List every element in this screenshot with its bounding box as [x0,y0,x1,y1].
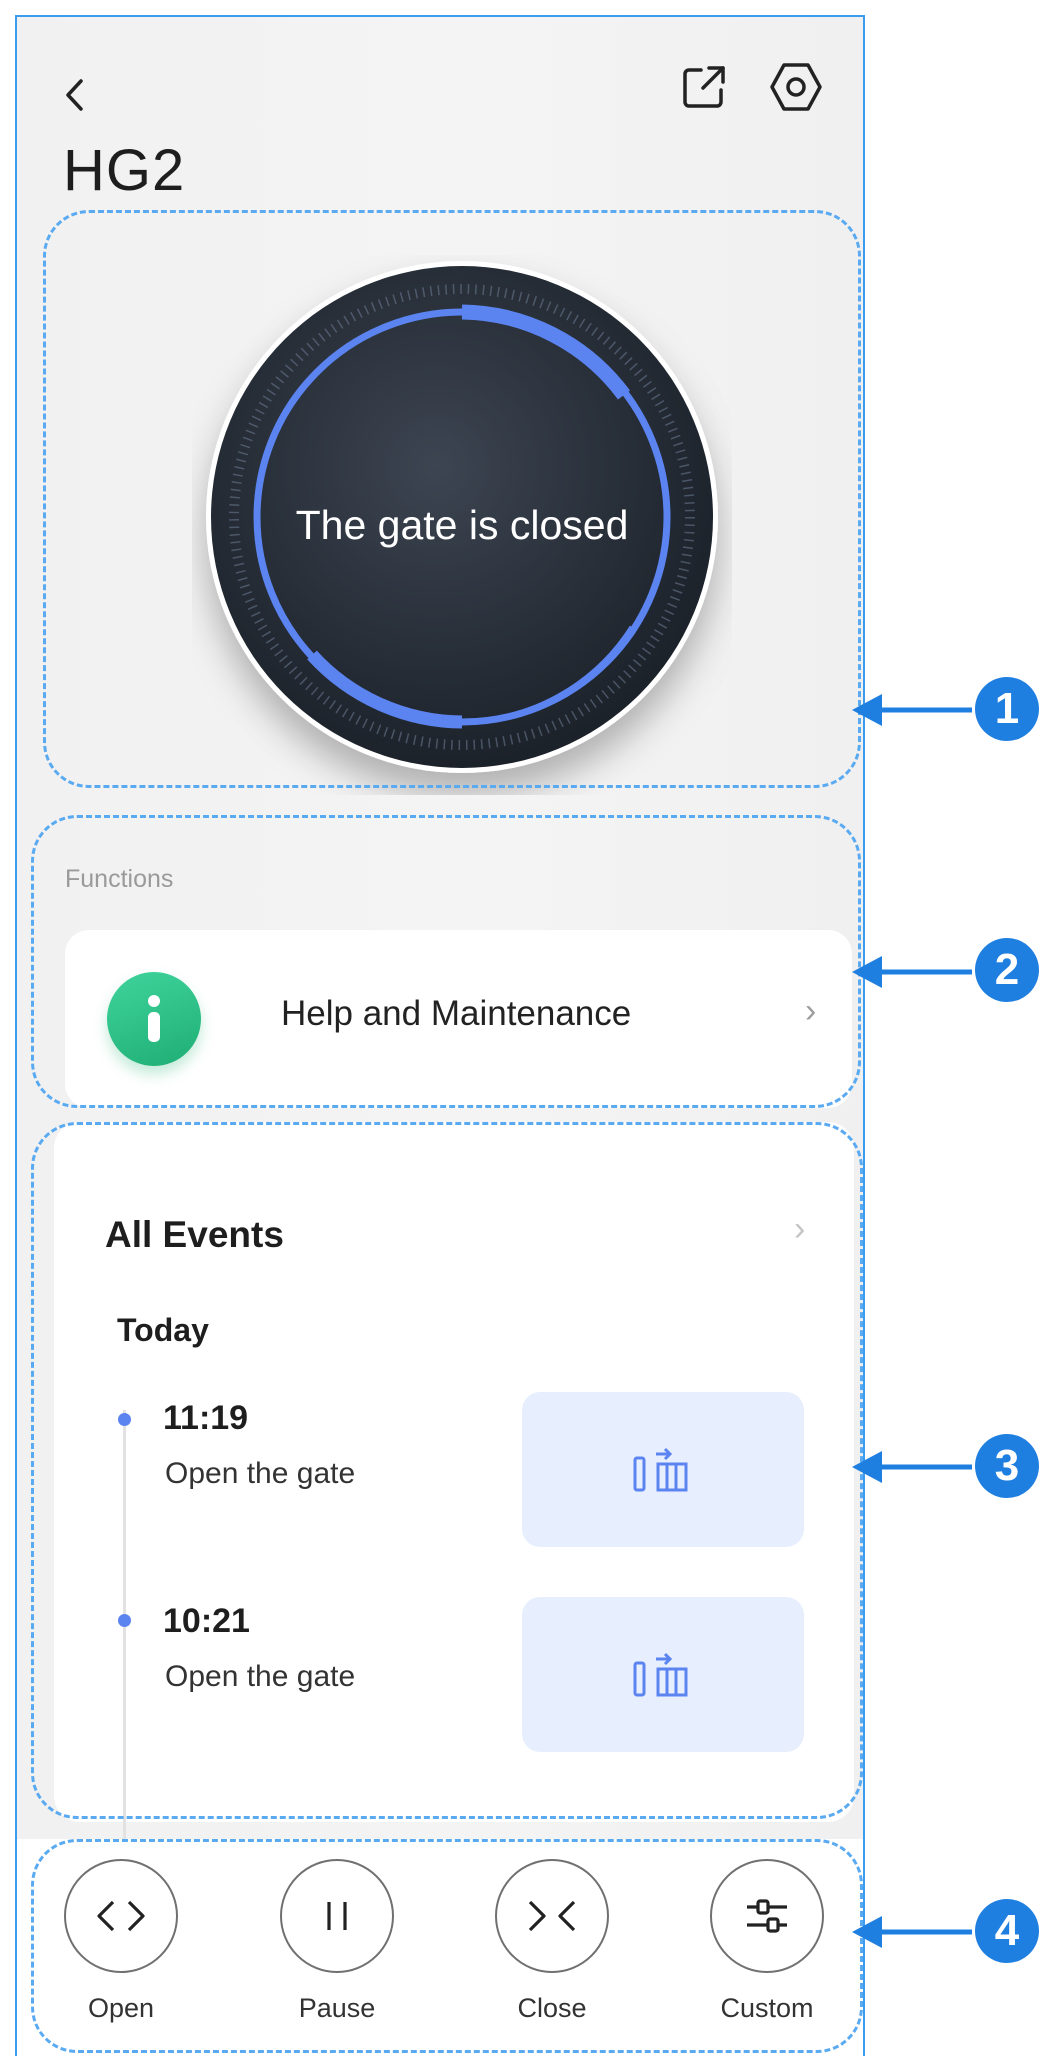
timeline-dot [118,1614,131,1627]
open-button[interactable] [64,1859,178,1973]
timeline-dot [118,1413,131,1426]
callout-arrow-4 [852,1916,972,1948]
callout-badge-2: 2 [975,938,1039,1002]
gate-open-icon [633,1652,688,1696]
events-chevron-icon[interactable]: › [794,1210,805,1249]
pause-label: Pause [298,1993,376,2023]
custom-label: Custom [720,1993,814,2023]
chevron-right-icon: › [805,992,817,1030]
open-icon [97,1900,145,1932]
callout-arrow-2 [852,956,972,988]
event-time: 10:21 [163,1602,250,1640]
page-title: HG2 [63,138,186,203]
open-label: Open [87,1993,155,2023]
pause-action[interactable]: Pause [267,1859,407,2024]
gate-open-icon [633,1447,688,1491]
events-card: All Events › Today 11:19 Open the gate 1… [54,1122,854,1915]
gate-actions-bar: Open Pause Close Custom [17,1839,863,2056]
pause-icon [327,1902,347,1930]
sliders-icon [747,1899,787,1933]
close-action[interactable]: Close [482,1859,622,2024]
event-thumbnail[interactable] [522,1597,804,1752]
today-group-label: Today [117,1312,209,1348]
close-label: Close [517,1993,587,2023]
open-action[interactable]: Open [51,1859,191,2024]
phone-screen: HG2 The gate is closed Functions Help an… [15,15,865,2056]
custom-button[interactable] [710,1859,824,1973]
callout-badge-1: 1 [975,677,1039,741]
close-button[interactable] [495,1859,609,1973]
all-events-title[interactable]: All Events [105,1214,284,1256]
event-description: Open the gate [165,1457,356,1490]
back-icon [66,79,83,111]
gate-status-dial[interactable]: The gate is closed [192,255,732,795]
custom-action[interactable]: Custom [697,1859,837,2024]
pause-button[interactable] [280,1859,394,1973]
callout-badge-3: 3 [975,1434,1039,1498]
help-maintenance-card[interactable]: Help and Maintenance › [65,930,852,1108]
close-gate-icon [528,1900,576,1932]
event-description: Open the gate [165,1660,356,1693]
dial-graphic [206,261,718,773]
callout-arrow-3 [852,1451,972,1483]
event-thumbnail[interactable] [522,1392,804,1547]
help-maintenance-label: Help and Maintenance [281,994,632,1033]
info-icon [107,972,201,1066]
back-button[interactable] [47,67,103,123]
event-time: 11:19 [163,1399,249,1437]
share-button[interactable] [672,55,736,119]
functions-section-label: Functions [65,865,174,893]
callout-arrow-1 [852,694,972,726]
share-icon [683,66,725,108]
settings-icon [770,63,822,111]
settings-button[interactable] [762,53,830,121]
top-bar [17,17,863,157]
callout-badge-4: 4 [975,1899,1039,1963]
